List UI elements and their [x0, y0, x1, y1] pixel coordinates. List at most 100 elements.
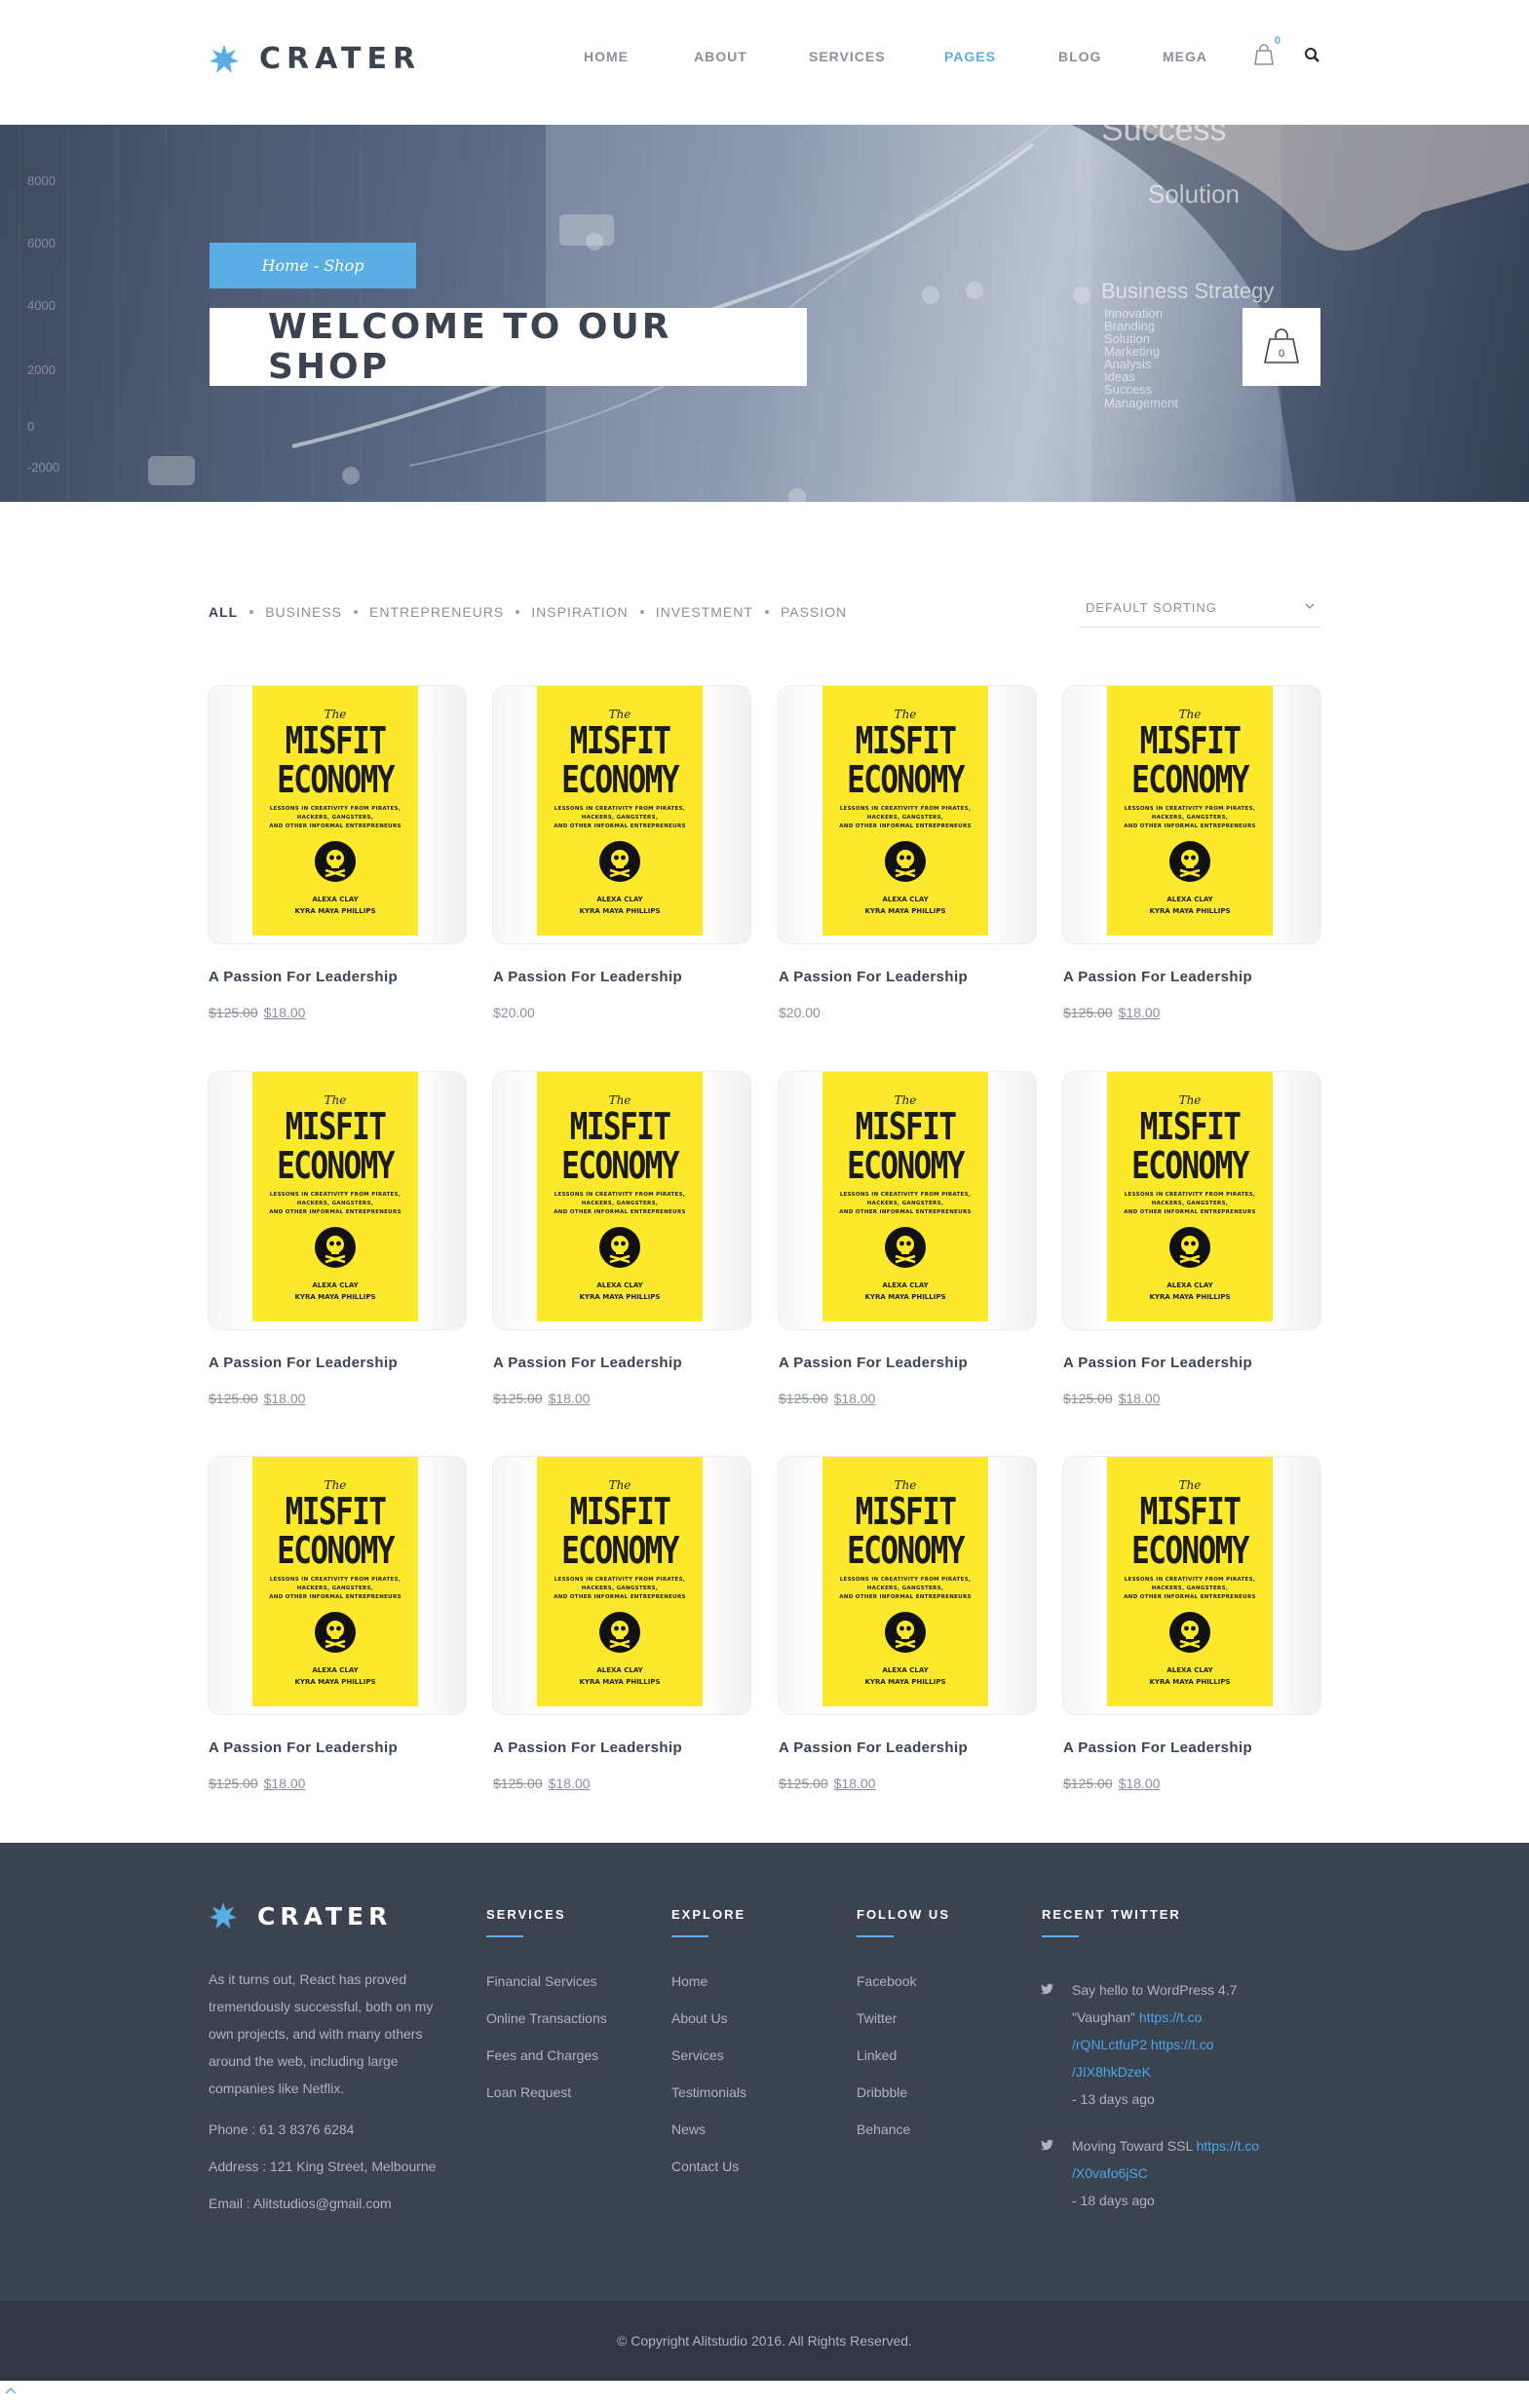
hero-bubble — [559, 214, 614, 246]
footer-link-behance[interactable]: Behance — [857, 2111, 950, 2148]
filter-investment[interactable]: INVESTMENT — [656, 604, 753, 620]
footer-about-text: As it turns out, React has proved tremen… — [209, 1971, 434, 2096]
product-current-price: $18.00 — [263, 1391, 306, 1406]
product-image-frame[interactable]: The MISFIT ECONOMY LESSONS IN CREATIVITY FR… — [779, 1072, 1036, 1329]
footer-link-about-us[interactable]: About Us — [671, 2000, 746, 2037]
product-card[interactable]: The MISFIT ECONOMY LESSONS IN CREATIVITY FR… — [493, 1072, 750, 1406]
product-image-frame[interactable]: The MISFIT ECONOMY LESSONS IN CREATIVITY FR… — [1063, 1457, 1320, 1714]
hero-cart-count: 0 — [1279, 348, 1284, 360]
nav-item-blog[interactable]: BLOG — [1058, 49, 1101, 64]
book-author: ALEXA CLAY — [1166, 896, 1213, 903]
book-authors: ALEXA CLAY KYRA MAYA PHILLIPS — [822, 1664, 988, 1688]
book-subtitle: LESSONS IN CREATIVITY FROM PIRATES, HACKE… — [822, 1191, 988, 1217]
footer-column-services: SERVICES Financial Services Online Transac… — [486, 1907, 607, 2111]
product-image-frame[interactable]: The MISFIT ECONOMY LESSONS IN CREATIVITY FR… — [493, 1072, 750, 1329]
product-card[interactable]: The MISFIT ECONOMY LESSONS IN CREATIVITY FR… — [493, 1457, 750, 1791]
shopping-bag-icon[interactable] — [1253, 43, 1275, 66]
chevron-up-icon[interactable] — [4, 2386, 18, 2395]
book-subtitle: LESSONS IN CREATIVITY FROM PIRATES, HACKE… — [1107, 1191, 1273, 1217]
search-icon[interactable] — [1304, 47, 1321, 64]
book-subtitle-line: LESSONS IN CREATIVITY FROM PIRATES, — [1124, 1192, 1256, 1198]
product-card[interactable]: The MISFIT ECONOMY LESSONS IN CREATIVITY FR… — [209, 1457, 466, 1791]
footer-link-facebook[interactable]: Facebook — [857, 1963, 950, 2000]
product-name[interactable]: A Passion For Leadership — [779, 969, 1036, 985]
filter-entrepreneurs[interactable]: ENTREPRENEURS — [369, 604, 504, 620]
tweet-link[interactable]: https://t.co — [1197, 2138, 1260, 2154]
product-name[interactable]: A Passion For Leadership — [493, 1739, 750, 1756]
book-title-line2: ECONOMY — [277, 1144, 395, 1187]
product-name[interactable]: A Passion For Leadership — [493, 1355, 750, 1371]
product-price: $125.00 $18.00 — [493, 1391, 750, 1406]
footer-logo[interactable]: CRATER — [209, 1901, 392, 1930]
tweet-text: Say hello to WordPress 4.7 — [1072, 1982, 1238, 1998]
logo[interactable]: CRATER — [209, 42, 421, 76]
product-image-frame[interactable]: The MISFIT ECONOMY LESSONS IN CREATIVITY FR… — [1063, 686, 1320, 943]
book-author: KYRA MAYA PHILLIPS — [1149, 907, 1231, 915]
product-card[interactable]: The MISFIT ECONOMY LESSONS IN CREATIVITY FR… — [209, 686, 466, 1020]
tweet-line[interactable]: /rQNLctfuP2 https://t.co — [1072, 2031, 1284, 2058]
product-card[interactable]: The MISFIT ECONOMY LESSONS IN CREATIVITY FR… — [779, 686, 1036, 1020]
nav-item-pages[interactable]: PAGES — [944, 49, 996, 64]
footer-link-services[interactable]: Services — [671, 2037, 746, 2074]
product-image-frame[interactable]: The MISFIT ECONOMY LESSONS IN CREATIVITY FR… — [493, 686, 750, 943]
nav-item-home[interactable]: HOME — [584, 49, 629, 64]
product-card[interactable]: The MISFIT ECONOMY LESSONS IN CREATIVITY FR… — [1063, 686, 1320, 1020]
filter-inspiration[interactable]: INSPIRATION — [531, 604, 628, 620]
book-cover-image: The MISFIT ECONOMY LESSONS IN CREATIVITY FR… — [537, 686, 703, 936]
filter-all[interactable]: ALL — [209, 604, 238, 620]
product-image-frame[interactable]: The MISFIT ECONOMY LESSONS IN CREATIVITY FR… — [1063, 1072, 1320, 1329]
footer-link-news[interactable]: News — [671, 2111, 746, 2148]
product-name[interactable]: A Passion For Leadership — [1063, 969, 1320, 985]
footer-link-contact-us[interactable]: Contact Us — [671, 2148, 746, 2185]
hero-cart-button[interactable]: 0 — [1242, 308, 1320, 386]
footer-link-linked[interactable]: Linked — [857, 2037, 950, 2074]
nav-item-mega[interactable]: MEGA — [1163, 49, 1207, 64]
product-name[interactable]: A Passion For Leadership — [209, 1739, 466, 1756]
tweet-item: Say hello to WordPress 4.7 "Vaughan" http… — [1041, 1976, 1284, 2113]
product-image-frame[interactable]: The MISFIT ECONOMY LESSONS IN CREATIVITY FR… — [209, 686, 466, 943]
footer-link-testimonials[interactable]: Testimonials — [671, 2074, 746, 2111]
product-image-frame[interactable]: The MISFIT ECONOMY LESSONS IN CREATIVITY FR… — [493, 1457, 750, 1714]
tweet-line[interactable]: /X0vafo6jSC — [1072, 2160, 1284, 2187]
skull-icon — [1169, 1612, 1210, 1653]
product-name[interactable]: A Passion For Leadership — [493, 969, 750, 985]
filter-passion[interactable]: PASSION — [781, 604, 847, 620]
product-name[interactable]: A Passion For Leadership — [1063, 1739, 1320, 1756]
product-card[interactable]: The MISFIT ECONOMY LESSONS IN CREATIVITY FR… — [1063, 1457, 1320, 1791]
product-card[interactable]: The MISFIT ECONOMY LESSONS IN CREATIVITY FR… — [209, 1072, 466, 1406]
product-name[interactable]: A Passion For Leadership — [209, 1355, 466, 1371]
book-subtitle-line: LESSONS IN CREATIVITY FROM PIRATES, — [839, 1192, 972, 1198]
product-name[interactable]: A Passion For Leadership — [1063, 1355, 1320, 1371]
product-image-frame[interactable]: The MISFIT ECONOMY LESSONS IN CREATIVITY FR… — [209, 1072, 466, 1329]
book-authors: ALEXA CLAY KYRA MAYA PHILLIPS — [537, 894, 703, 917]
product-name[interactable]: A Passion For Leadership — [779, 1355, 1036, 1371]
nav-item-services[interactable]: SERVICES — [809, 49, 886, 64]
book-author: KYRA MAYA PHILLIPS — [579, 1678, 661, 1686]
book-cover-image: The MISFIT ECONOMY LESSONS IN CREATIVITY FR… — [537, 1072, 703, 1321]
product-card[interactable]: The MISFIT ECONOMY LESSONS IN CREATIVITY FR… — [779, 1072, 1036, 1406]
product-image-frame[interactable]: The MISFIT ECONOMY LESSONS IN CREATIVITY FR… — [779, 686, 1036, 943]
footer-link-home[interactable]: Home — [671, 1963, 746, 2000]
tweet-link[interactable]: https://t.co — [1139, 2009, 1203, 2025]
footer-link-loan-request[interactable]: Loan Request — [486, 2074, 607, 2111]
tweet-line[interactable]: /JIX8hkDzeK — [1072, 2058, 1284, 2085]
sort-select[interactable]: DEFAULT SORTING — [1080, 594, 1321, 628]
book-title-line1: MISFIT — [855, 1490, 957, 1533]
filter-business[interactable]: BUSINESS — [265, 604, 342, 620]
product-image-frame[interactable]: The MISFIT ECONOMY LESSONS IN CREATIVITY FR… — [209, 1457, 466, 1714]
breadcrumb[interactable]: Home - Shop — [210, 243, 416, 288]
product-card[interactable]: The MISFIT ECONOMY LESSONS IN CREATIVITY FR… — [493, 686, 750, 1020]
book-subtitle: LESSONS IN CREATIVITY FROM PIRATES, HACKE… — [252, 1576, 418, 1602]
product-card[interactable]: The MISFIT ECONOMY LESSONS IN CREATIVITY FR… — [1063, 1072, 1320, 1406]
nav-item-about[interactable]: ABOUT — [694, 49, 747, 64]
product-name[interactable]: A Passion For Leadership — [209, 969, 466, 985]
product-price: $125.00 $18.00 — [1063, 1005, 1320, 1020]
footer-link-twitter[interactable]: Twitter — [857, 2000, 950, 2037]
footer-link-financial-services[interactable]: Financial Services — [486, 1963, 607, 2000]
product-image-frame[interactable]: The MISFIT ECONOMY LESSONS IN CREATIVITY FR… — [779, 1457, 1036, 1714]
product-name[interactable]: A Passion For Leadership — [779, 1739, 1036, 1756]
footer-link-dribbble[interactable]: Dribbble — [857, 2074, 950, 2111]
product-card[interactable]: The MISFIT ECONOMY LESSONS IN CREATIVITY FR… — [779, 1457, 1036, 1791]
footer-link-fees-and-charges[interactable]: Fees and Charges — [486, 2037, 607, 2074]
footer-link-online-transactions[interactable]: Online Transactions — [486, 2000, 607, 2037]
